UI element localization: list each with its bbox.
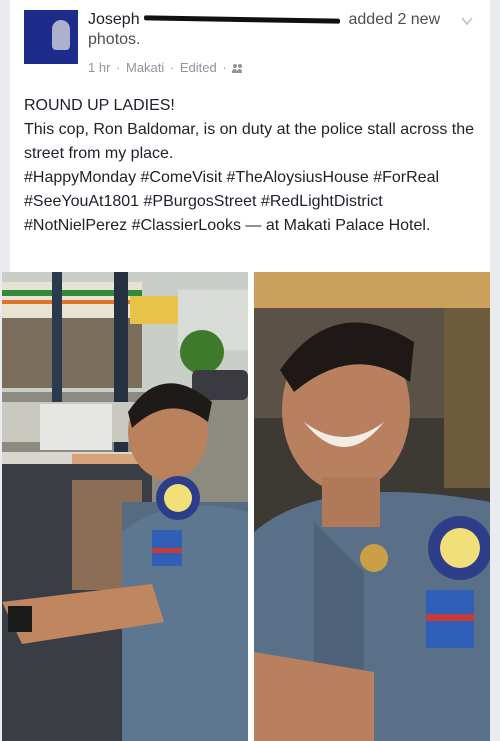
post-meta: 1 hr · Makati · Edited · (88, 60, 246, 75)
redaction-bar (144, 15, 341, 24)
avatar-figure (52, 20, 70, 50)
photo-left[interactable] (2, 272, 248, 741)
post-line-description: This cop, Ron Baldomar, is on duty at th… (24, 121, 475, 162)
photo-right[interactable] (254, 272, 490, 741)
meta-separator: · (169, 60, 175, 75)
photo-right-image (254, 272, 490, 741)
post-line-headline: ROUND UP LADIES! (24, 97, 175, 114)
friends-icon[interactable] (232, 63, 244, 74)
post-time[interactable]: 1 hr (88, 60, 110, 75)
photo-grid (2, 272, 490, 741)
post-header: Joseph added 2 new photos. 1 hr · Makati… (10, 0, 490, 90)
author-name[interactable]: Joseph (88, 11, 140, 28)
avatar[interactable] (24, 10, 78, 64)
chevron-down-icon[interactable] (460, 14, 474, 28)
post-card: Joseph added 2 new photos. 1 hr · Makati… (2, 0, 490, 741)
author-line: Joseph added 2 new photos. (88, 10, 448, 50)
post-text: ROUND UP LADIES! This cop, Ron Baldomar,… (24, 94, 479, 238)
meta-separator: · (116, 60, 121, 75)
post-line-hashtags[interactable]: #HappyMonday #ComeVisit #TheAloysiusHous… (24, 166, 479, 238)
meta-separator: · (222, 60, 227, 75)
photo-left-image (2, 272, 248, 741)
post-edited[interactable]: Edited (180, 60, 217, 75)
post-location[interactable]: Makati (126, 60, 164, 75)
